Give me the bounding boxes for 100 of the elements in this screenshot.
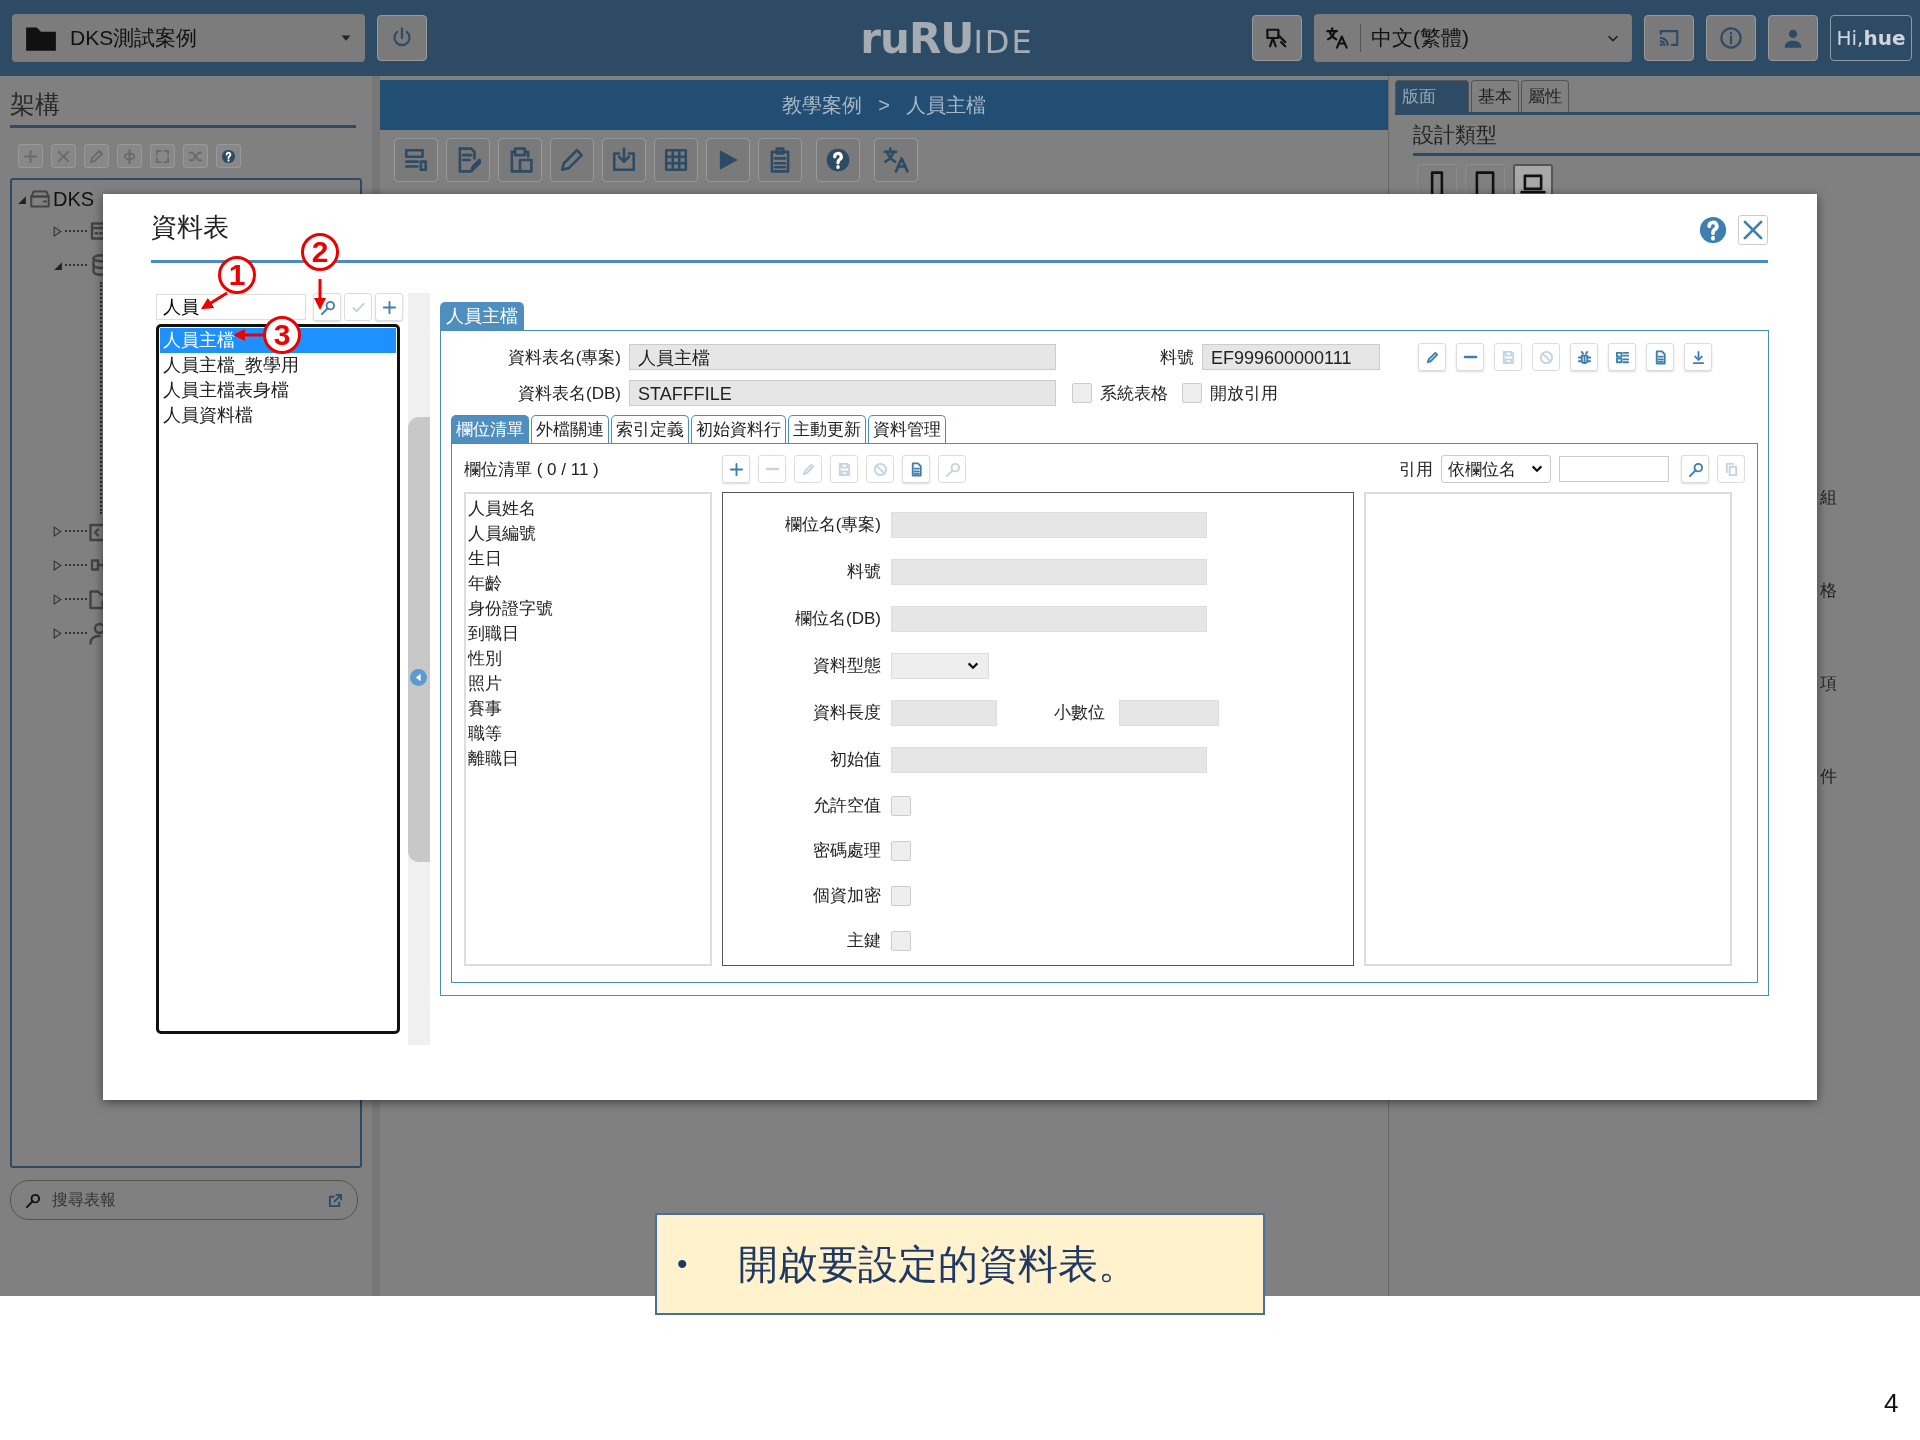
text-field[interactable]: [891, 746, 1207, 773]
presenter-button[interactable]: [1252, 15, 1302, 61]
reference-field[interactable]: [1559, 456, 1669, 482]
list-item[interactable]: 人員資料檔: [160, 403, 396, 428]
tab[interactable]: 索引定義: [611, 415, 689, 443]
expander-icon[interactable]: [52, 627, 63, 639]
text-field[interactable]: [891, 558, 1207, 585]
list-item[interactable]: 身份證字號: [468, 596, 708, 621]
list-item[interactable]: 離職日: [468, 746, 708, 771]
list-item[interactable]: 性別: [468, 646, 708, 671]
search-field[interactable]: 搜尋表報: [50, 1190, 318, 1210]
close-button[interactable]: [1738, 215, 1768, 245]
list-item[interactable]: 人員主檔_教學用: [160, 353, 396, 378]
panel-tab[interactable]: 基本: [1471, 80, 1519, 112]
project-select[interactable]: DKS測試案例: [12, 14, 365, 62]
text-field[interactable]: [1119, 699, 1219, 726]
list-item[interactable]: 人員姓名: [468, 496, 708, 521]
breadcrumb-item[interactable]: 人員主檔: [905, 91, 986, 119]
expander-icon[interactable]: [52, 593, 63, 605]
checkbox[interactable]: [1072, 383, 1092, 403]
bug-button[interactable]: [1570, 343, 1598, 371]
tab[interactable]: 初始資料行: [691, 415, 786, 443]
paste-button[interactable]: [498, 138, 542, 182]
greeting-button[interactable]: Hi,hue: [1830, 15, 1912, 61]
list-item[interactable]: 生日: [468, 546, 708, 571]
list-item[interactable]: 賽事: [468, 696, 708, 721]
copy-icon: [1723, 461, 1739, 477]
checkbox[interactable]: [891, 840, 911, 861]
search-icon: [944, 461, 960, 477]
field-label: 料號: [846, 561, 881, 583]
language-select[interactable]: 中文(繁體): [1314, 14, 1632, 62]
list-item[interactable]: 年齡: [468, 571, 708, 596]
list-item[interactable]: 人員編號: [468, 521, 708, 546]
checkbox[interactable]: [891, 930, 911, 951]
power-icon: [391, 27, 413, 49]
fullscreen-button[interactable]: [150, 144, 175, 168]
list-item[interactable]: 照片: [468, 671, 708, 696]
reference-select[interactable]: 依欄位名: [1441, 455, 1551, 483]
play-button[interactable]: [706, 138, 750, 182]
minus-button[interactable]: [1456, 343, 1484, 371]
circle-line-button[interactable]: [117, 144, 142, 168]
cast-button[interactable]: [1644, 15, 1694, 61]
list-item[interactable]: 到職日: [468, 621, 708, 646]
panel-tab[interactable]: 版面: [1395, 80, 1469, 112]
checkbox[interactable]: [891, 795, 911, 816]
user-button[interactable]: [1768, 15, 1818, 61]
expander-icon[interactable]: [52, 225, 63, 237]
list-item[interactable]: 職等: [468, 721, 708, 746]
panel-tab[interactable]: 屬性: [1521, 80, 1569, 112]
import-icon: [611, 147, 637, 173]
shuffle-button[interactable]: [183, 144, 208, 168]
tab[interactable]: 資料管理: [868, 415, 946, 443]
tab[interactable]: 主動更新: [788, 415, 866, 443]
help-button[interactable]: [216, 144, 241, 168]
info-button[interactable]: [1706, 15, 1756, 61]
search-field[interactable]: 人員: [156, 294, 306, 320]
search-field[interactable]: 搜尋表報: [10, 1180, 358, 1220]
power-button[interactable]: [377, 15, 427, 61]
document-button[interactable]: [902, 455, 930, 483]
checkbox[interactable]: [891, 885, 911, 906]
text-field[interactable]: EF999600000111: [1202, 344, 1380, 370]
search-icon: [319, 299, 335, 315]
text-field[interactable]: [891, 605, 1207, 632]
tab[interactable]: 外檔關連: [531, 415, 609, 443]
plus-button[interactable]: [18, 144, 43, 168]
list-button[interactable]: [1608, 343, 1636, 371]
table-icon: [663, 147, 689, 173]
document-button[interactable]: [1646, 343, 1674, 371]
field-label: 主鍵: [846, 930, 881, 952]
layout-icon: [403, 147, 429, 173]
expander-icon[interactable]: [52, 525, 63, 537]
download-button[interactable]: [1684, 343, 1712, 371]
text-field[interactable]: [891, 699, 997, 726]
external-link-icon[interactable]: [328, 1192, 343, 1208]
field-label: 欄位名(DB): [794, 608, 881, 630]
breadcrumb-item[interactable]: 教學案例: [782, 91, 863, 119]
clipboard-button[interactable]: [758, 138, 802, 182]
text-field[interactable]: STAFFFILE: [629, 380, 1056, 406]
close-button[interactable]: [51, 144, 76, 168]
save-icon: [836, 461, 852, 477]
step-callout-tooltip: 1: [218, 256, 256, 294]
help-icon[interactable]: [1698, 215, 1728, 245]
search-button[interactable]: [1681, 455, 1709, 483]
expander-icon[interactable]: [52, 559, 63, 571]
help-button[interactable]: [816, 138, 860, 182]
table-button[interactable]: [654, 138, 698, 182]
list-item[interactable]: 人員主檔表身檔: [160, 378, 396, 403]
edit-document-button[interactable]: [446, 138, 490, 182]
checkbox[interactable]: [1182, 383, 1202, 403]
import-button[interactable]: [602, 138, 646, 182]
text-field[interactable]: 人員主檔: [629, 344, 1056, 370]
pencil-icon: [800, 461, 816, 477]
collapse-handle-icon[interactable]: [410, 669, 427, 686]
pencil-button[interactable]: [84, 144, 109, 168]
pencil-button[interactable]: [550, 138, 594, 182]
translate-button[interactable]: [874, 138, 918, 182]
layout-button[interactable]: [394, 138, 438, 182]
cast-icon: [1658, 27, 1680, 49]
text-field[interactable]: [891, 511, 1207, 538]
field-label: 料號: [1160, 346, 1194, 369]
